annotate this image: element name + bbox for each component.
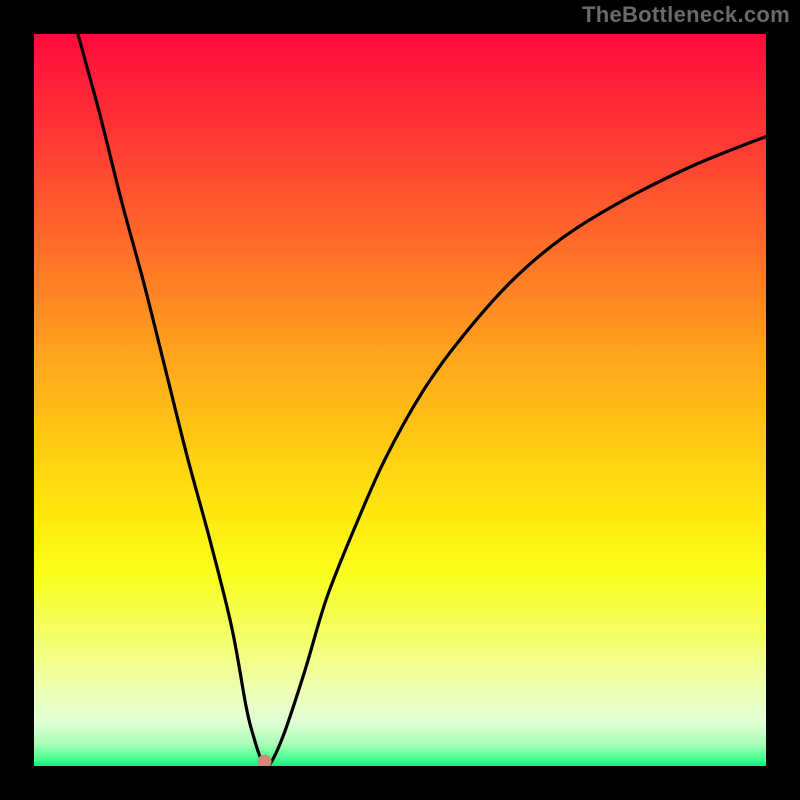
chart-frame: TheBottleneck.com: [0, 0, 800, 800]
bottleneck-curve: [78, 34, 766, 766]
plot-area: [34, 34, 766, 766]
curve-layer: [34, 34, 766, 766]
watermark-text: TheBottleneck.com: [582, 2, 790, 28]
